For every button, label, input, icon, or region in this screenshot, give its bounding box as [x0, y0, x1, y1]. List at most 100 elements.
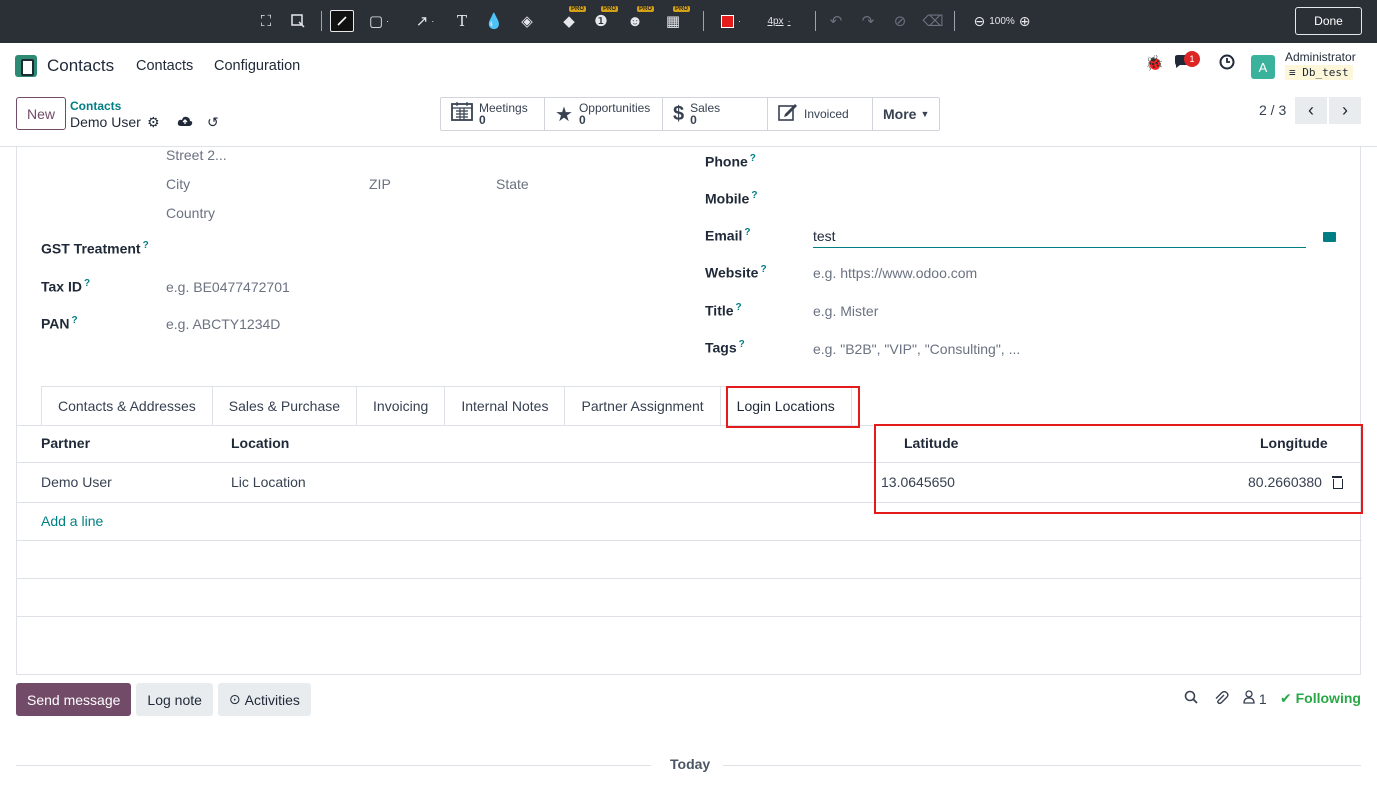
pen-tool-icon[interactable] — [330, 10, 354, 32]
reset-icon[interactable]: ⊘ — [892, 10, 908, 32]
text-tool-icon[interactable]: T — [454, 10, 470, 32]
cloud-save-icon[interactable] — [177, 114, 193, 130]
new-button[interactable]: New — [16, 97, 66, 130]
menu-configuration[interactable]: Configuration — [214, 58, 300, 74]
discard-undo-icon[interactable]: ↺ — [207, 114, 219, 131]
emoji-icon[interactable]: ☻ PRO — [624, 6, 654, 32]
form-sheet: Street 2... City ZIP State Country GST T… — [16, 147, 1363, 675]
tab-invoicing[interactable]: Invoicing — [356, 386, 446, 425]
tab-sales-purchase[interactable]: Sales & Purchase — [211, 386, 358, 425]
title-input[interactable]: e.g. Mister — [813, 303, 878, 319]
activity-clock-icon[interactable] — [1219, 54, 1235, 74]
tab-contacts-addresses[interactable]: Contacts & Addresses — [41, 386, 213, 425]
tab-internal-notes[interactable]: Internal Notes — [444, 386, 566, 425]
contacts-app-icon[interactable] — [15, 55, 37, 77]
control-panel: New Contacts Demo User ⚙ ↺ Meetings 0 ★ O… — [0, 89, 1377, 147]
marker-icon[interactable]: ◈ — [518, 10, 536, 32]
zoom-level: 100% — [989, 15, 1015, 27]
chatter-buttons: Send message Log note ⊙ Activities — [16, 683, 311, 716]
annotation-toolbar: ⛶ ▢ · ↗ · T 💧 ◈ ◆ PRO ❶ PRO ☻ PRO ▦ PRO · 4px ·… — [0, 0, 1377, 43]
pager-value[interactable]: 2 / 3 — [1259, 102, 1286, 118]
state-field[interactable]: State — [496, 176, 529, 192]
date-separator: Today — [670, 756, 711, 772]
street2-field[interactable]: Street 2... — [166, 147, 227, 163]
website-input[interactable]: e.g. https://www.odoo.com — [813, 265, 977, 281]
user-avatar[interactable]: A — [1251, 55, 1275, 79]
fullscreen-icon[interactable]: ⛶ — [258, 10, 274, 32]
database-icon: ≡ — [1289, 66, 1296, 79]
zoom-out-icon[interactable]: ⊖ — [973, 13, 985, 30]
gear-icon[interactable]: ⚙ — [147, 114, 160, 131]
caret-down-icon: ▼ — [920, 109, 930, 119]
meetings-button[interactable]: Meetings 0 — [441, 98, 545, 130]
info-icon[interactable]: ❶ PRO — [592, 6, 618, 32]
check-icon: ✔ — [1280, 690, 1292, 706]
edit-icon — [778, 103, 798, 126]
undo-icon[interactable]: ↶ — [828, 10, 844, 32]
following-button[interactable]: ✔ Following — [1280, 690, 1361, 707]
messaging-icon[interactable]: 1 — [1173, 51, 1200, 74]
cell-partner[interactable]: Demo User — [41, 474, 112, 490]
paperclip-icon[interactable] — [1213, 690, 1229, 709]
notification-badge: 1 — [1184, 51, 1200, 67]
email-input[interactable]: test — [813, 228, 836, 244]
opportunities-button[interactable]: ★ Opportunities 0 — [545, 98, 663, 130]
country-field[interactable]: Country — [166, 205, 215, 221]
zoom-in-icon[interactable]: ⊕ — [1019, 13, 1031, 30]
title-label: Title? — [705, 302, 742, 319]
blur-drop-icon[interactable]: 💧 — [485, 10, 504, 32]
search-icon[interactable] — [1184, 690, 1198, 707]
stroke-size[interactable]: 4px · — [760, 10, 798, 32]
debug-bug-icon[interactable]: 🐞 — [1145, 54, 1164, 72]
pager-next-icon[interactable]: › — [1329, 97, 1361, 124]
dollar-icon: $ — [673, 102, 685, 125]
pan-input[interactable]: e.g. ABCTY1234D — [166, 316, 280, 332]
tax-id-input[interactable]: e.g. BE0477472701 — [166, 279, 290, 295]
tags-input[interactable]: e.g. "B2B", "VIP", "Consulting", ... — [813, 341, 1020, 357]
zoom-control[interactable]: ⊖ 100% ⊕ — [966, 10, 1038, 32]
invoiced-button[interactable]: Invoiced — [768, 98, 873, 130]
mosaic-icon[interactable]: ▦ PRO — [664, 6, 690, 32]
callout-icon[interactable]: ◆ PRO — [560, 6, 586, 32]
log-note-button[interactable]: Log note — [136, 683, 213, 716]
mobile-label: Mobile? — [705, 190, 758, 207]
column-location[interactable]: Location — [231, 435, 289, 451]
add-line-link[interactable]: Add a line — [41, 513, 103, 529]
highlight-annotation-tab — [726, 386, 860, 428]
gst-treatment-label: GST Treatment? — [41, 240, 149, 257]
followers-button[interactable]: 1 — [1243, 690, 1267, 707]
menu-contacts[interactable]: Contacts — [136, 58, 193, 74]
database-name: ≡ Db_test — [1285, 65, 1353, 80]
main-navbar: Contacts Contacts Configuration 🐞 1 A Ad… — [0, 43, 1377, 89]
send-message-button[interactable]: Send message — [16, 683, 132, 716]
cell-location[interactable]: Lic Location — [231, 474, 306, 490]
color-picker[interactable]: · — [716, 10, 746, 32]
calendar-icon — [451, 101, 473, 127]
city-field[interactable]: City — [166, 176, 190, 192]
crop-select-icon[interactable] — [290, 10, 306, 32]
smart-buttons: Meetings 0 ★ Opportunities 0 $ Sales 0 Invo… — [440, 97, 940, 131]
phone-label: Phone? — [705, 153, 756, 170]
website-label: Website? — [705, 264, 767, 281]
highlight-annotation-coordinates — [874, 424, 1363, 514]
tab-partner-assignment[interactable]: Partner Assignment — [564, 386, 721, 425]
app-title[interactable]: Contacts — [47, 56, 114, 76]
tax-id-label: Tax ID? — [41, 278, 91, 295]
column-partner[interactable]: Partner — [41, 435, 90, 451]
pager-previous-icon[interactable]: ‹ — [1295, 97, 1327, 124]
arrow-tool-icon[interactable]: ↗ · — [410, 10, 440, 32]
more-dropdown[interactable]: More ▼ — [873, 98, 939, 130]
rectangle-tool-icon[interactable]: ▢ · — [364, 10, 394, 32]
pan-label: PAN? — [41, 315, 78, 332]
star-icon: ★ — [555, 103, 573, 126]
breadcrumb-parent[interactable]: Contacts — [70, 99, 121, 113]
eraser-icon[interactable]: ⌫ — [922, 10, 943, 32]
tags-label: Tags? — [705, 339, 745, 356]
redo-icon[interactable]: ↷ — [860, 10, 876, 32]
activities-button[interactable]: ⊙ Activities — [217, 683, 311, 716]
done-button[interactable]: Done — [1295, 7, 1362, 35]
zip-field[interactable]: ZIP — [369, 176, 391, 192]
sales-button[interactable]: $ Sales 0 — [663, 98, 768, 130]
envelope-icon[interactable] — [1323, 232, 1336, 242]
user-name[interactable]: Administrator — [1285, 50, 1356, 64]
